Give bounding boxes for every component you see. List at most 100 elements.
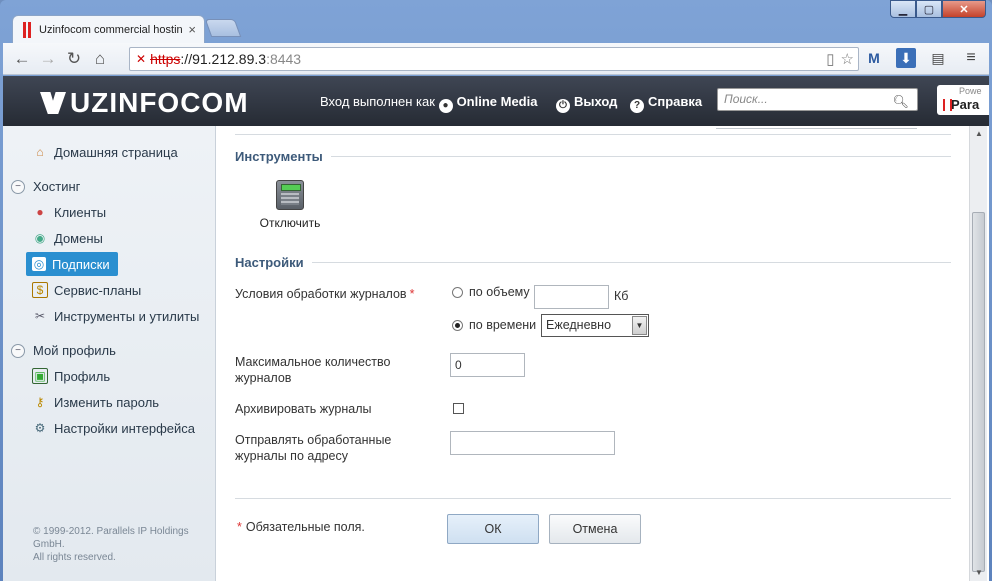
- menu-icon[interactable]: ≡: [961, 48, 981, 68]
- sidebar-section-profile[interactable]: − Мой профиль: [11, 343, 116, 358]
- field-label-text: Максимальное количество: [235, 355, 391, 369]
- search-input[interactable]: Поиск... 🔍︎: [717, 88, 918, 111]
- sidebar-item-label: Домашняя страница: [54, 144, 178, 160]
- sidebar-item-interface-settings[interactable]: ⚙ Настройки интерфейса: [26, 416, 201, 440]
- notes-extension-icon[interactable]: ▤: [928, 48, 948, 68]
- sidebar-item-subscriptions[interactable]: ◎ Подписки: [26, 252, 118, 276]
- uzinfocom-logo[interactable]: UZINFOCOM: [40, 87, 249, 119]
- close-window-button[interactable]: ✕: [942, 0, 986, 18]
- send-logs-label: Отправлять обработанные журналы по адрес…: [235, 432, 391, 464]
- user-icon: ●: [438, 99, 453, 113]
- browser-tab[interactable]: Uzinfocom commercial hosting ×: [12, 15, 205, 43]
- log-conditions-label: Условия обработки журналов *: [235, 286, 414, 302]
- download-extension-icon[interactable]: ⬇: [896, 48, 916, 68]
- address-bar[interactable]: ✕ https://91.212.89.3:8443 ▯ ☆: [129, 47, 859, 71]
- vertical-scrollbar[interactable]: ▲ ▼: [969, 126, 987, 581]
- tab-title: Uzinfocom commercial hosting: [39, 23, 183, 36]
- sidebar-item-label: Инструменты и утилиты: [54, 308, 200, 324]
- section-title-text: Инструменты: [235, 149, 323, 164]
- period-select[interactable]: Ежедневно ▼: [541, 314, 649, 337]
- sidebar-item-label: Сервис-планы: [54, 282, 142, 298]
- max-logs-label: Максимальное количество журналов: [235, 354, 390, 386]
- parallels-name: Para: [942, 97, 980, 112]
- browser-toolbar: ← → ↻ ⌂ ✕ https://91.212.89.3:8443 ▯ ☆ M…: [3, 43, 989, 75]
- sidebar-item-change-password[interactable]: ⚷ Изменить пароль: [26, 390, 165, 414]
- sidebar-item-label: Клиенты: [54, 204, 107, 220]
- sidebar-item-service-plans[interactable]: $ Сервис-планы: [26, 278, 147, 302]
- by-time-label: по времени: [469, 318, 537, 332]
- sidebar-section-hosting[interactable]: − Хостинг: [11, 179, 80, 194]
- by-size-option[interactable]: по объему: [452, 285, 530, 299]
- search-icon[interactable]: 🔍︎: [892, 91, 909, 112]
- by-time-radio[interactable]: [452, 319, 463, 331]
- tools-section-title: Инструменты: [235, 149, 951, 164]
- help-link[interactable]: ? Справка: [630, 94, 702, 113]
- sidebar-item-home[interactable]: ⌂ Домашняя страница: [26, 140, 184, 164]
- sidebar-item-label: Подписки: [52, 256, 110, 272]
- server-disable-icon: [276, 180, 304, 210]
- scroll-up-arrow-icon[interactable]: ▲: [970, 126, 988, 142]
- url-port: :8443: [266, 51, 302, 67]
- window-controls: ▁ ▢ ✕: [890, 0, 986, 18]
- size-input[interactable]: [534, 285, 609, 309]
- archive-logs-label: Архивировать журналы: [235, 402, 372, 416]
- ok-button[interactable]: ОК: [447, 514, 539, 544]
- sidebar: ⌂ Домашняя страница − Хостинг ● Клиенты …: [3, 126, 216, 581]
- sidebar-item-domains[interactable]: ◉ Домены: [26, 226, 109, 250]
- sidebar-item-tools[interactable]: ✂ Инструменты и утилиты: [26, 304, 205, 328]
- insecure-lock-icon[interactable]: ✕: [136, 52, 146, 66]
- send-logs-email-input[interactable]: [450, 431, 615, 455]
- sidebar-item-clients[interactable]: ● Клиенты: [26, 200, 112, 224]
- subscription-icon: ◎: [32, 257, 46, 271]
- tool-label: Отключить: [259, 216, 321, 230]
- minimize-button[interactable]: ▁: [890, 0, 916, 18]
- parallels-logo: Powe Para: [937, 85, 989, 115]
- collapse-icon[interactable]: −: [11, 179, 25, 194]
- by-size-radio[interactable]: [452, 286, 463, 298]
- new-tab-button[interactable]: [204, 19, 242, 37]
- cancel-button[interactable]: Отмена: [549, 514, 641, 544]
- key-icon: ⚷: [35, 395, 45, 409]
- collapse-icon[interactable]: −: [11, 343, 25, 358]
- by-time-option[interactable]: по времени: [452, 318, 536, 332]
- max-logs-input[interactable]: 0: [450, 353, 525, 377]
- section-title-text: Настройки: [235, 255, 304, 270]
- browser-window: ▁ ▢ ✕ Uzinfocom commercial hosting × ← →…: [0, 0, 992, 581]
- copyright: © 1999-2012. Parallels IP Holdings GmbH.…: [33, 525, 213, 564]
- maximize-button[interactable]: ▢: [916, 0, 942, 18]
- sidebar-item-label: Домены: [54, 230, 103, 246]
- scrollbar-thumb[interactable]: [972, 212, 985, 572]
- field-label-text: журналы по адресу: [235, 449, 349, 463]
- disable-tool-button[interactable]: Отключить: [255, 180, 325, 230]
- home-icon[interactable]: ⌂: [87, 46, 113, 72]
- section-label: Мой профиль: [33, 343, 116, 358]
- gmail-extension-icon[interactable]: M: [864, 48, 884, 68]
- sidebar-item-profile[interactable]: ▣ Профиль: [26, 364, 116, 388]
- sidebar-item-label: Изменить пароль: [54, 394, 160, 410]
- copyright-line: GmbH.: [33, 539, 65, 550]
- back-arrow-icon[interactable]: ←: [9, 46, 35, 72]
- logout-link[interactable]: ⏻ Выход: [556, 94, 617, 113]
- sidebar-item-label: Настройки интерфейса: [54, 420, 195, 436]
- globe-icon: ◉: [34, 231, 46, 245]
- user-name-link[interactable]: Online Media: [457, 94, 538, 109]
- archive-logs-checkbox[interactable]: [453, 403, 464, 414]
- required-note-text: Обязательные поля.: [245, 520, 365, 534]
- section-label: Хостинг: [33, 179, 81, 194]
- copyright-line: © 1999-2012. Parallels IP Holdings: [33, 526, 189, 537]
- period-selected: Ежедневно: [546, 318, 612, 332]
- field-label-text: Условия обработки журналов: [235, 287, 407, 301]
- parallels-powered-text: Powe: [959, 86, 982, 96]
- tab-close-icon[interactable]: ×: [188, 22, 196, 37]
- profile-card-icon: ▣: [32, 368, 48, 384]
- forward-arrow-icon[interactable]: →: [35, 46, 61, 72]
- field-label-text: Отправлять обработанные: [235, 433, 392, 447]
- sidebar-item-label: Профиль: [54, 368, 111, 384]
- home-icon: ⌂: [36, 145, 44, 159]
- reload-icon[interactable]: ↻: [61, 46, 87, 72]
- scroll-down-arrow-icon[interactable]: ▼: [970, 565, 988, 581]
- page-action-icon[interactable]: ▯: [826, 50, 834, 68]
- chevron-down-icon[interactable]: ▼: [632, 316, 647, 335]
- service-plan-icon: $: [32, 282, 48, 298]
- bookmark-star-icon[interactable]: ☆: [841, 50, 854, 68]
